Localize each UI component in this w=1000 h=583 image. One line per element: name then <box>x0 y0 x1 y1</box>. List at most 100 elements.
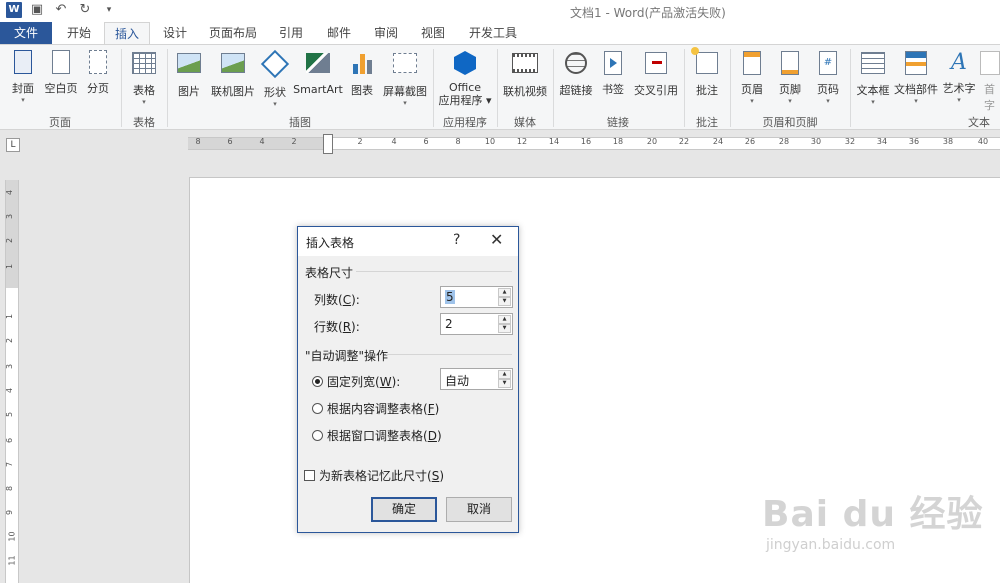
section-divider <box>356 271 512 272</box>
online-video-button[interactable]: 联机视频 <box>501 50 549 99</box>
spin-down-button[interactable]: ▼ <box>498 297 511 306</box>
textbox-icon <box>861 52 885 74</box>
tab-developer[interactable]: 开发工具 <box>462 22 524 44</box>
rows-value[interactable]: 2 <box>445 317 453 331</box>
save-icon[interactable]: ▣ <box>28 2 46 18</box>
dropcap-button[interactable]: 首字 <box>979 50 1000 113</box>
picture-icon <box>177 53 201 73</box>
remember-dimensions-checkbox[interactable] <box>304 470 315 481</box>
tab-page-layout[interactable]: 页面布局 <box>204 22 262 44</box>
spin-down-button[interactable]: ▼ <box>498 324 511 333</box>
ruler-number: 3 <box>5 363 15 370</box>
fixed-width-option[interactable]: 固定列宽(W): <box>312 373 400 390</box>
baidu-jingyan-watermark: Bai du 经验 jingyan.baidu.com <box>762 485 984 553</box>
chart-button[interactable]: 图表 <box>346 50 378 98</box>
ruler-number: 40 <box>977 137 989 146</box>
smartart-button[interactable]: SmartArt <box>292 50 344 96</box>
comment-button[interactable]: 批注 <box>690 47 724 98</box>
screenshot-button[interactable]: 屏幕截图 ▾ <box>380 50 430 107</box>
quick-parts-button[interactable]: 文档部件 ▾ <box>893 50 939 105</box>
quick-access-toolbar: W ▣ ↶ ↻ ▾ <box>6 2 118 18</box>
help-icon[interactable]: ? <box>453 232 460 248</box>
fixed-width-value[interactable]: 自动 <box>445 372 469 389</box>
blank-page-button[interactable]: 空白页 <box>42 50 80 96</box>
columns-spinner[interactable]: 5 ▲ ▼ <box>440 286 513 308</box>
fixed-width-radio[interactable] <box>312 376 323 387</box>
spin-up-button[interactable]: ▲ <box>498 288 511 297</box>
redo-icon[interactable]: ↻ <box>76 2 94 18</box>
table-button[interactable]: 表格 ▾ <box>126 50 162 106</box>
fixed-width-spinner[interactable]: 自动 ▲ ▼ <box>440 368 513 390</box>
undo-icon[interactable]: ↶ <box>52 2 70 18</box>
tab-references[interactable]: 引用 <box>272 22 310 44</box>
tab-design[interactable]: 设计 <box>156 22 194 44</box>
autofit-content-radio[interactable] <box>312 403 323 414</box>
cover-button[interactable]: 封面 ▾ <box>6 50 40 104</box>
pictures-button[interactable]: 图片 <box>172 50 206 99</box>
rows-label: 行数(R): <box>314 320 360 334</box>
office-apps-button[interactable]: Office 应用程序 ▾ <box>437 50 493 107</box>
header-button[interactable]: 页眉 ▾ <box>736 50 768 105</box>
page-break-label: 分页 <box>87 82 109 95</box>
ruler-number: 2 <box>5 337 15 344</box>
close-icon[interactable]: ✕ <box>490 230 503 249</box>
ruler-number: 6 <box>5 437 15 444</box>
cross-reference-button[interactable]: 交叉引用 <box>631 50 681 98</box>
footer-icon <box>781 51 799 75</box>
spin-up-button[interactable]: ▲ <box>498 370 511 379</box>
indent-marker[interactable] <box>323 134 333 154</box>
tab-file[interactable]: 文件 <box>0 22 52 44</box>
tab-selector[interactable]: L <box>6 138 20 152</box>
horizontal-ruler[interactable]: 8 6 4 2 2 4 6 8 10 12 14 16 18 20 22 24 … <box>188 134 1000 154</box>
dialog-title-bar: 插入表格 ? ✕ <box>298 227 518 256</box>
ruler-number: 4 <box>5 189 15 196</box>
textbox-button[interactable]: 文本框 ▾ <box>855 50 891 106</box>
dialog-title: 插入表格 <box>306 236 355 250</box>
vertical-ruler[interactable]: 4 3 2 1 1 2 3 4 5 6 7 8 9 10 11 <box>5 180 19 583</box>
autofit-window-label: 根据窗口调整表格(D) <box>327 429 442 443</box>
cancel-button[interactable]: 取消 <box>446 497 512 522</box>
shapes-button[interactable]: 形状 ▾ <box>260 49 290 108</box>
ruler-number: 12 <box>516 137 528 146</box>
bookmark-button[interactable]: 书签 <box>598 50 628 97</box>
ruler-number: 4 <box>5 387 15 394</box>
rows-spinner[interactable]: 2 ▲ ▼ <box>440 313 513 335</box>
page-break-button[interactable]: 分页 <box>82 50 114 96</box>
online-pictures-button[interactable]: 联机图片 <box>208 50 258 99</box>
header-label: 页眉 <box>741 83 763 96</box>
ok-button[interactable]: 确定 <box>371 497 437 522</box>
footer-button[interactable]: 页脚 ▾ <box>774 50 806 105</box>
hyperlink-icon <box>565 52 587 74</box>
remember-dimensions-option[interactable]: 为新表格记忆此尺寸(S) <box>304 467 444 484</box>
page-number-button[interactable]: # 页码 ▾ <box>812 50 844 105</box>
screenshot-icon <box>393 53 417 73</box>
ruler-number: 10 <box>484 137 496 146</box>
tab-home[interactable]: 开始 <box>60 22 98 44</box>
ruler-number: 8 <box>195 137 201 146</box>
autofit-window-radio[interactable] <box>312 430 323 441</box>
wordart-button[interactable]: A 艺术字 ▾ <box>941 50 977 104</box>
spin-down-button[interactable]: ▼ <box>498 379 511 388</box>
columns-value[interactable]: 5 <box>445 290 455 304</box>
ruler-number: 30 <box>810 137 822 146</box>
smartart-icon <box>306 53 330 73</box>
tab-view[interactable]: 视图 <box>414 22 452 44</box>
tab-insert[interactable]: 插入 <box>104 22 150 45</box>
autofit-content-option[interactable]: 根据内容调整表格(F) <box>312 400 439 417</box>
ruler-number: 28 <box>778 137 790 146</box>
ruler-number: 9 <box>5 509 15 516</box>
customize-icon[interactable]: ▾ <box>100 2 118 18</box>
blank-page-label: 空白页 <box>44 82 78 95</box>
spin-up-button[interactable]: ▲ <box>498 315 511 324</box>
tab-mailings[interactable]: 邮件 <box>320 22 358 44</box>
autofit-window-option[interactable]: 根据窗口调整表格(D) <box>312 427 442 444</box>
ruler-number: 34 <box>876 137 888 146</box>
ruler-number: 4 <box>391 137 397 146</box>
group-text-label: 文本 <box>968 116 990 129</box>
hyperlink-button[interactable]: 超链接 <box>557 50 595 98</box>
ruler-number: 8 <box>5 485 15 492</box>
group-pages-label: 页面 <box>49 116 71 129</box>
tab-review[interactable]: 审阅 <box>367 22 405 44</box>
office-store-icon <box>454 51 476 75</box>
insert-table-dialog: 插入表格 ? ✕ 表格尺寸 列数(C): 5 ▲ ▼ 行数(R): 2 ▲ ▼ "自… <box>297 226 519 533</box>
